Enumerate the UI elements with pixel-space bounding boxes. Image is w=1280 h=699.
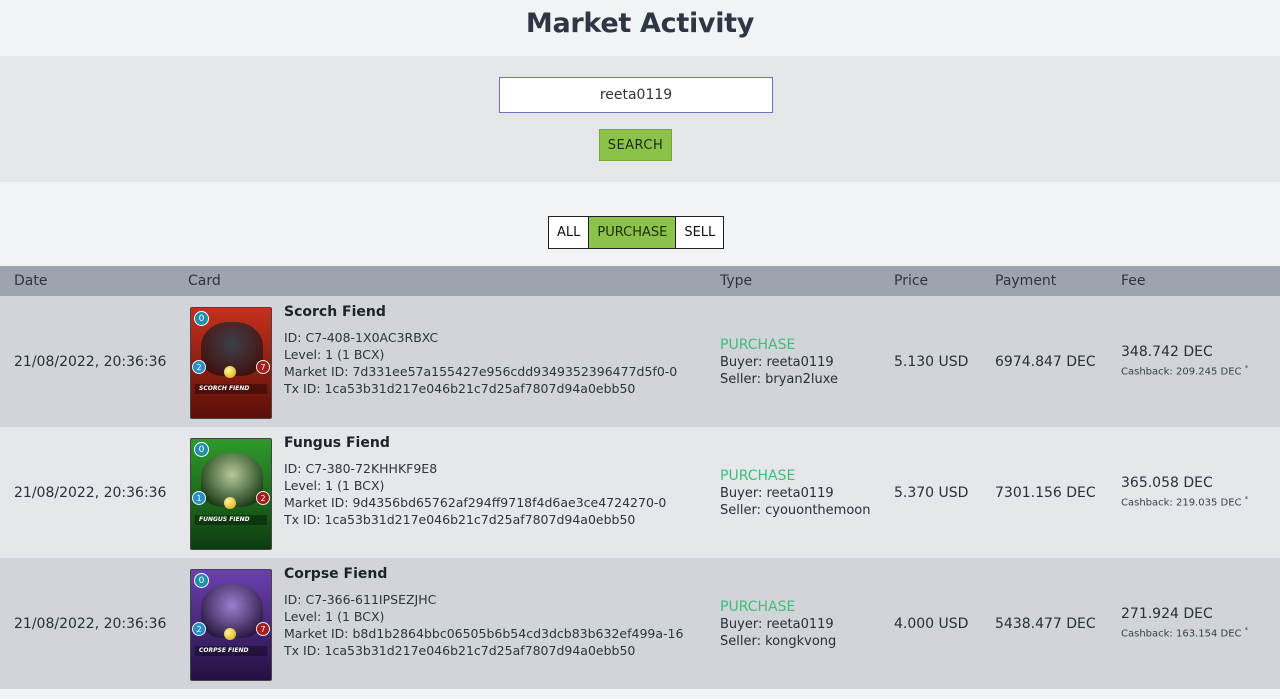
cashback-value: Cashback: 209.245 DEC [1121,366,1242,378]
fee-cell: 271.924 DEC Cashback: 163.154 DEC * [1107,558,1280,689]
card-name[interactable]: Fungus Fiend [284,435,666,451]
filter-area: ALL PURCHASE SELL [0,182,1280,266]
date-cell: 21/08/2022, 20:36:36 [14,615,167,632]
card-market-id: Market ID: 9d4356bd65762af294ff9718f4d6a… [284,494,667,510]
card-orb-icon [224,365,236,378]
fee-cell: 365.058 DEC Cashback: 219.035 DEC * [1107,427,1280,558]
card-banner: CORPSE FIEND [195,645,267,656]
seller: Seller: kongkvong [720,633,837,649]
price-cell: 4.000 USD [894,615,969,632]
fee-cell: 348.742 DEC Cashback: 209.245 DEC * [1107,296,1280,427]
price-cell: 5.370 USD [894,484,969,501]
search-input[interactable] [499,77,773,113]
card-health-icon: 7 [256,621,270,636]
fee-value: 271.924 DEC [1121,606,1213,623]
table-row: 21/08/2022, 20:36:36 0 2 7 CORPSE FIEND … [0,558,1280,689]
page-title: Market Activity [525,8,755,39]
cashback: Cashback: 163.154 DEC * [1121,623,1280,641]
card-mana-icon: 0 [194,310,209,326]
card-tx-id: Tx ID: 1ca53b31d217e046b21c7d25af7807d94… [284,380,636,396]
cashback-footnote-mark: * [1244,364,1249,373]
cashback-footnote-mark: * [1244,626,1249,635]
card-health-icon: 2 [256,490,270,505]
payment-cell: 5438.477 DEC [995,615,1096,632]
type-cell: PURCHASE Buyer: reeta0119 Seller: cyouon… [706,427,880,558]
type-cell: PURCHASE Buyer: reeta0119 Seller: kongkv… [706,558,880,689]
price-cell: 5.130 USD [894,353,969,370]
buyer: Buyer: reeta0119 [720,354,834,370]
card-attack-icon: 1 [192,490,206,505]
card-attack-icon: 2 [192,621,206,636]
card-attack-icon: 2 [192,359,206,374]
card-mana-icon: 0 [194,441,209,457]
card-id: ID: C7-366-611IPSEZJHC [284,591,437,607]
column-header-card[interactable]: Card [174,266,706,296]
card-id: ID: C7-408-1X0AC3RBXC [284,329,439,345]
filter-all-button[interactable]: ALL [548,216,590,249]
card-market-id: Market ID: 7d331ee57a155427e956cdd934935… [284,363,678,379]
card-cell: 0 2 7 SCORCH FIEND Scorch Fiend ID: C7-4… [174,296,706,427]
card-tx-id: Tx ID: 1ca53b31d217e046b21c7d25af7807d94… [284,642,636,658]
card-image[interactable]: 0 2 7 SCORCH FIEND [190,306,272,419]
table-header-row: Date Card Type Price Payment Fee [0,266,1280,296]
card-image[interactable]: 0 2 7 CORPSE FIEND [190,568,272,681]
card-name[interactable]: Corpse Fiend [284,566,683,582]
type-label: PURCHASE [720,336,796,353]
search-panel: SEARCH [0,56,1280,182]
column-header-payment[interactable]: Payment [981,266,1107,296]
filter-purchase-button[interactable]: PURCHASE [589,216,677,249]
cashback-value: Cashback: 219.035 DEC [1121,497,1242,509]
type-label: PURCHASE [720,467,796,484]
card-level: Level: 1 (1 BCX) [284,608,385,624]
column-header-type[interactable]: Type [706,266,880,296]
type-filter-group: ALL PURCHASE SELL [548,216,725,249]
card-mana-icon: 0 [194,572,209,588]
cashback: Cashback: 209.245 DEC * [1121,361,1280,379]
fee-value: 365.058 DEC [1121,475,1213,492]
card-orb-icon [224,496,236,509]
date-cell: 21/08/2022, 20:36:36 [14,484,167,501]
column-header-date[interactable]: Date [0,266,174,296]
card-tx-id: Tx ID: 1ca53b31d217e046b21c7d25af7807d94… [284,511,636,527]
seller: Seller: bryan2luxe [720,371,839,387]
date-cell: 21/08/2022, 20:36:36 [14,353,167,370]
column-header-price[interactable]: Price [880,266,981,296]
column-header-fee[interactable]: Fee [1107,266,1280,296]
payment-cell: 6974.847 DEC [995,353,1096,370]
card-cell: 0 2 7 CORPSE FIEND Corpse Fiend ID: C7-3… [174,558,706,689]
card-health-icon: 7 [256,359,270,374]
market-activity-table: Date Card Type Price Payment Fee 21/08/2… [0,266,1280,689]
buyer: Buyer: reeta0119 [720,616,834,632]
buyer: Buyer: reeta0119 [720,485,834,501]
payment-cell: 7301.156 DEC [995,484,1096,501]
card-name[interactable]: Scorch Fiend [284,304,677,320]
cashback: Cashback: 219.035 DEC * [1121,492,1280,510]
card-image[interactable]: 0 1 2 FUNGUS FIEND [190,437,272,550]
fee-value: 348.742 DEC [1121,344,1213,361]
cashback-value: Cashback: 163.154 DEC [1121,628,1242,640]
card-banner: SCORCH FIEND [195,383,267,394]
card-cell: 0 1 2 FUNGUS FIEND Fungus Fiend ID: C7-3… [174,427,706,558]
search-button[interactable]: SEARCH [599,129,672,161]
card-banner: FUNGUS FIEND [195,514,267,525]
cashback-footnote-mark: * [1244,495,1249,504]
card-market-id: Market ID: b8d1b2864bbc06505b6b54cd3dcb8… [284,625,684,641]
table-row: 21/08/2022, 20:36:36 0 2 7 SCORCH FIEND … [0,296,1280,427]
type-label: PURCHASE [720,598,796,615]
card-orb-icon [224,627,236,640]
table-row: 21/08/2022, 20:36:36 0 1 2 FUNGUS FIEND … [0,427,1280,558]
card-level: Level: 1 (1 BCX) [284,346,385,362]
filter-sell-button[interactable]: SELL [676,216,725,249]
type-cell: PURCHASE Buyer: reeta0119 Seller: bryan2… [706,296,880,427]
seller: Seller: cyouonthemoon [720,502,871,518]
card-id: ID: C7-380-72KHHKF9E8 [284,460,438,476]
card-level: Level: 1 (1 BCX) [284,477,385,493]
